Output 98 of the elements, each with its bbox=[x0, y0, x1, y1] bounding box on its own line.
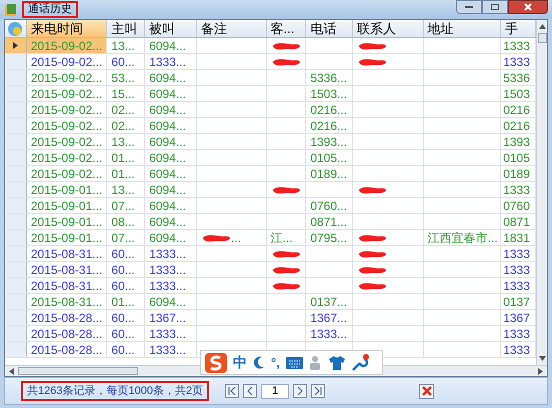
cell-text: 2015-08-28... bbox=[30, 310, 102, 325]
cell-text: 0216 bbox=[503, 118, 530, 133]
cell-text: 0105... bbox=[310, 150, 348, 165]
cell-text: 6094... bbox=[149, 230, 186, 245]
cell-text: 2015-08-31... bbox=[30, 278, 102, 293]
cell-text: ... bbox=[230, 230, 241, 244]
cell-text: 1333 bbox=[503, 342, 530, 357]
cell-text: 2015-08-31... bbox=[30, 246, 102, 261]
cell-text: 60... bbox=[111, 278, 135, 293]
cell-text: 1333 bbox=[503, 326, 530, 341]
cell-text: 0871 bbox=[503, 214, 530, 229]
cell-text: 0189 bbox=[503, 166, 530, 181]
cell-text: 1333... bbox=[149, 246, 186, 261]
cell-text: 2015-09-02... bbox=[30, 38, 102, 53]
cell-text: 2015-09-02... bbox=[30, 86, 102, 101]
cell-text: 53... bbox=[111, 70, 135, 85]
cell-text: 2015-08-31... bbox=[30, 294, 102, 309]
cell-text: 2015-09-02... bbox=[30, 102, 102, 117]
cell-text: 5336 bbox=[503, 70, 530, 85]
cell-text: 6094... bbox=[149, 118, 186, 133]
cell-text: 2015-09-02... bbox=[30, 150, 102, 165]
cell-text: 2015-09-02... bbox=[30, 118, 102, 133]
cell-text: 1333 bbox=[503, 182, 530, 197]
cell-text: 01... bbox=[111, 294, 135, 309]
cell-text: 1333 bbox=[503, 246, 530, 261]
cell-text: 0137... bbox=[310, 294, 348, 309]
cell-text: 0216 bbox=[503, 102, 530, 117]
cell-text: 6094... bbox=[149, 182, 186, 197]
cell-text: 0189... bbox=[310, 166, 348, 181]
cell-text: 1393 bbox=[503, 134, 530, 149]
cell-text: 6094... bbox=[149, 294, 186, 309]
cell-text: 02... bbox=[111, 102, 135, 117]
cell-text: 60... bbox=[111, 246, 135, 261]
cell-text: 1367... bbox=[310, 310, 348, 325]
cell-text: 2015-09-02... bbox=[30, 134, 102, 149]
cell-text: 0216... bbox=[310, 118, 348, 133]
cell-text: 1333 bbox=[503, 262, 530, 277]
cell-text: 08... bbox=[111, 214, 135, 229]
cell-text: 07... bbox=[111, 198, 135, 213]
cell-text: 2015-09-02... bbox=[30, 54, 102, 69]
cell-text: 6094... bbox=[149, 198, 186, 213]
record-summary: 共1263条记录，每页1000条，共2页 bbox=[21, 380, 210, 402]
cell-text: 1393... bbox=[310, 134, 348, 149]
window-title: 通话历史 bbox=[22, 1, 78, 18]
cell-text: 1831 bbox=[503, 230, 530, 245]
cell-text: 01... bbox=[111, 150, 135, 165]
cell-text: 0871... bbox=[310, 214, 348, 229]
cell-text: 江西宜春市... bbox=[428, 230, 498, 245]
cell-text: 60... bbox=[111, 326, 135, 341]
cell-text: 2015-09-01... bbox=[30, 214, 102, 229]
cell-text: 60... bbox=[111, 342, 135, 357]
cell-text: 13... bbox=[111, 182, 135, 197]
cell-text: 1333 bbox=[503, 278, 530, 293]
cell-text: 0105 bbox=[503, 150, 530, 165]
cell-text: 6094... bbox=[149, 134, 186, 149]
cell-text: 60... bbox=[111, 54, 135, 69]
cell-text: 60... bbox=[111, 262, 135, 277]
cell-text: 6094... bbox=[149, 70, 186, 85]
cell-text: 0216... bbox=[310, 102, 348, 117]
cell-text: 6094... bbox=[149, 86, 186, 101]
cell-text: 6094... bbox=[149, 166, 186, 181]
cell-text: 02... bbox=[111, 118, 135, 133]
cell-text: 1333 bbox=[503, 54, 530, 69]
cell-text: 2015-08-28... bbox=[30, 342, 102, 357]
cell-text: 07... bbox=[111, 230, 135, 245]
cell-text: 1367... bbox=[149, 310, 186, 325]
cell-text: 0795... bbox=[310, 230, 348, 245]
cell-text: 2015-08-28... bbox=[30, 326, 102, 341]
cell-text: 1333... bbox=[149, 342, 186, 357]
cell-text: 15... bbox=[111, 86, 135, 101]
cell-text: 0137 bbox=[503, 294, 530, 309]
cell-text: 2015-08-31... bbox=[30, 262, 102, 277]
cell-text: 1333... bbox=[310, 326, 348, 341]
cell-text: 13... bbox=[111, 134, 135, 149]
cell-text: 2015-09-02... bbox=[30, 166, 102, 181]
cell-text: 1367 bbox=[503, 310, 530, 325]
cell-text: 1503 bbox=[503, 86, 530, 101]
cell-text: 2015-09-02... bbox=[30, 70, 102, 85]
cell-text: 0760 bbox=[503, 198, 530, 213]
cell-text: 1333... bbox=[149, 262, 186, 277]
cell-text: 2015-09-01... bbox=[30, 182, 102, 197]
cell-text: 1333 bbox=[503, 38, 530, 53]
cell-text: 60... bbox=[111, 310, 135, 325]
cell-text: 1333... bbox=[149, 278, 186, 293]
cell-text: 1333... bbox=[149, 326, 186, 341]
cell-text: 5336... bbox=[310, 70, 348, 85]
cell-text: 6094... bbox=[149, 102, 186, 117]
cell-text: 13... bbox=[111, 38, 135, 53]
cell-text: 0760... bbox=[310, 198, 348, 213]
cell-text: 01... bbox=[111, 166, 135, 181]
cell-text: 1503... bbox=[310, 86, 348, 101]
cell-text: 2015-09-01... bbox=[30, 198, 102, 213]
cell-text: 6094... bbox=[149, 38, 186, 53]
cell-text: 江... bbox=[270, 230, 293, 245]
cell-text: 2015-09-01... bbox=[30, 230, 102, 245]
cell-text: 1333... bbox=[149, 54, 186, 69]
cell-text: 6094... bbox=[149, 150, 186, 165]
cell-text: 6094... bbox=[149, 214, 186, 229]
